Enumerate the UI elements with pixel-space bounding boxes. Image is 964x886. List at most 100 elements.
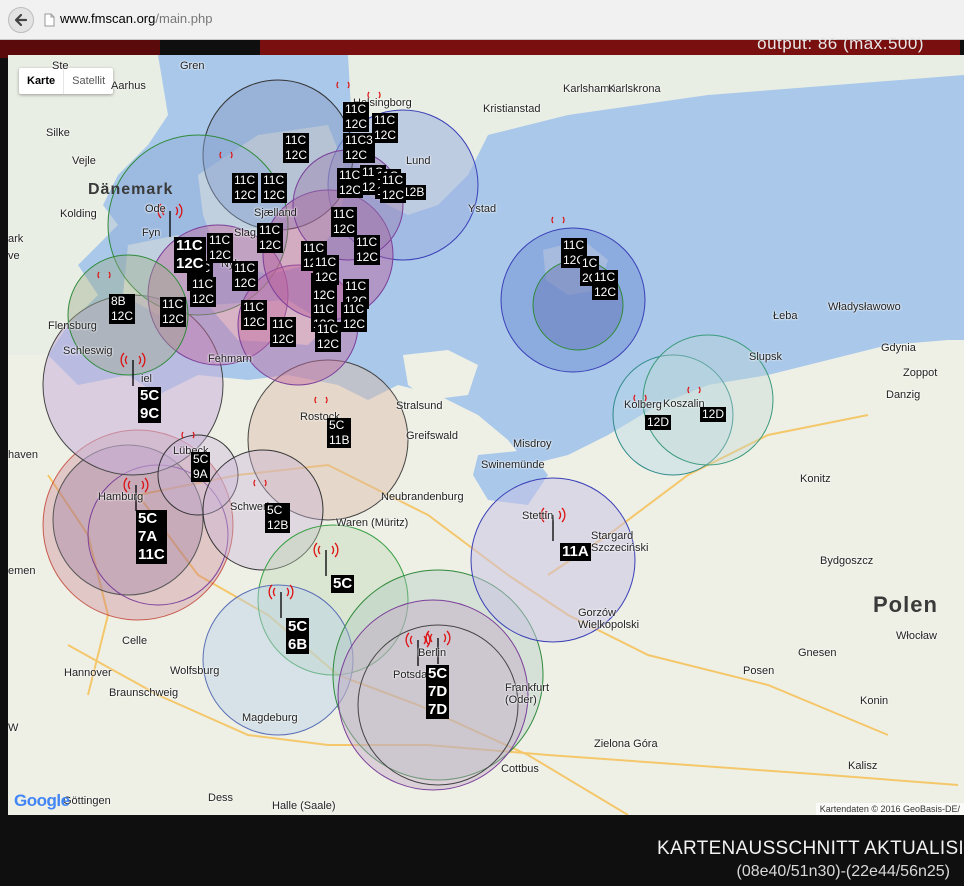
place-label-braunschweig: Braunschweig — [109, 687, 179, 699]
station-label-s45[interactable]: 11C 12C — [592, 270, 619, 300]
place-label-ark: ark — [8, 233, 24, 245]
place-label-koszalin: Koszalin — [663, 398, 705, 410]
station-label-s5[interactable]: 11C 12C — [232, 173, 259, 203]
place-label-fyn: Fyn — [142, 227, 161, 239]
place-label-silkeborg: Silke — [46, 127, 70, 139]
place-label-swinemunde: Swinemünde — [481, 459, 545, 471]
station-label-s6[interactable]: 11C 12C — [261, 173, 288, 203]
station-label-s2[interactable]: 11C 12C — [372, 113, 399, 143]
map-type-satellit-button[interactable]: Satellit — [64, 68, 113, 94]
place-label-ve: ve — [8, 250, 20, 262]
place-label-zoppot: Zoppot — [903, 367, 938, 379]
page-icon — [44, 13, 55, 27]
place-label-posen: Posen — [743, 665, 775, 677]
station-label-s39[interactable]: 5C 7D 7D — [426, 665, 450, 719]
place-label-stargard: Stargard Szczeciński — [591, 530, 649, 554]
place-label-konin: Konin — [860, 695, 889, 707]
place-label-iel: iel — [141, 373, 153, 385]
place-label-slupsk: Slupsk — [749, 351, 783, 363]
station-label-s24[interactable]: 8B 12C — [109, 294, 136, 324]
place-label-karlskrona: Karlskrona — [608, 83, 661, 95]
place-label-kolding: Kolding — [60, 208, 97, 220]
place-label-gorzow: Gorzów Wielkopolski — [578, 607, 640, 631]
station-label-s3[interactable]: 11C 12C — [283, 133, 310, 163]
station-label-s15[interactable]: 11C 12C — [207, 233, 234, 263]
station-label-s41[interactable]: 12D — [645, 415, 672, 430]
station-label-s38[interactable]: 5C 6B — [286, 618, 310, 654]
place-label-konitz: Konitz — [800, 473, 831, 485]
place-label-polen: Polen — [873, 592, 938, 617]
place-label-stralsund: Stralsund — [396, 400, 443, 412]
map-canvas[interactable]: Karte Satellit Aarhus Helsingborg Kristian… — [8, 55, 964, 815]
place-label-odense: Ode — [145, 203, 166, 215]
place-label-bremen: emen — [8, 565, 36, 577]
station-label-s21[interactable]: 11C 12C — [315, 322, 342, 352]
place-label-danzig: Danzig — [886, 389, 921, 401]
station-label-s32[interactable]: 5C 9C — [138, 387, 162, 423]
station-label-s35[interactable]: 5C 7A 11C — [136, 510, 167, 564]
place-label-lund: Lund — [406, 155, 431, 167]
back-button[interactable] — [8, 7, 34, 33]
station-label-s36[interactable]: 5C 12B — [265, 503, 291, 533]
place-label-wladyslawowo: Władysławowo — [828, 301, 901, 313]
station-label-s13[interactable]: 11C 12C — [331, 207, 358, 237]
station-label-s26[interactable]: 11C 12C — [190, 277, 217, 307]
update-map-button[interactable]: KARTENAUSSCHNITT AKTUALISI — [657, 838, 964, 860]
station-label-s19[interactable]: 11C 12C — [270, 317, 297, 347]
station-label-s28[interactable]: 11C 12C — [341, 302, 368, 332]
arrow-left-icon — [14, 13, 28, 27]
station-label-s1[interactable]: 11C 12C — [343, 102, 370, 132]
station-label-s33[interactable]: 5C 11B — [327, 418, 352, 448]
place-label-bydgoszcz: Bydgoszcz — [820, 555, 874, 567]
place-label-fehmarn: Fehmarn — [208, 353, 253, 365]
place-label-leba: Łeba — [773, 310, 798, 322]
place-label-dess: Dess — [208, 792, 234, 804]
output-counter: output: 86 (max.500) — [757, 34, 924, 53]
place-label-berlin: Berlin — [418, 647, 447, 659]
address-bar[interactable]: www.fmscan.org/main.php — [60, 11, 212, 26]
station-label-s14[interactable]: 11C 12C — [354, 235, 381, 265]
place-label-kolberg: Kolberg — [624, 399, 662, 411]
place-label-hav: haven — [8, 449, 38, 461]
place-label-neubrandenburg: Neubrandenburg — [381, 491, 464, 503]
station-label-s27[interactable]: 11C 12C — [380, 173, 407, 203]
map-coordinates: (08e40/51n30)-(22e44/56n25) — [736, 863, 951, 880]
google-logo[interactable]: Google — [14, 791, 70, 811]
place-label-kalisz: Kalisz — [848, 760, 878, 772]
station-label-s37[interactable]: 5C — [331, 575, 355, 593]
place-label-grenaa: Gren — [180, 60, 205, 72]
place-label-danemark: Dänemark — [88, 181, 174, 198]
place-label-ystad: Ystad — [468, 203, 497, 215]
map-attribution[interactable]: Kartendaten © 2016 GeoBasis-DE/ — [815, 803, 964, 815]
station-label-s34[interactable]: 5C 9A — [191, 452, 211, 482]
station-label-s11[interactable]: 11C 12C — [257, 223, 284, 253]
station-label-s7[interactable]: 11C3 12C — [343, 133, 375, 163]
place-label-wolfsburg: Wolfsburg — [170, 665, 220, 677]
station-label-s29[interactable]: 11C 12C — [313, 255, 340, 285]
place-label-cottbus: Cottbus — [501, 763, 539, 775]
place-label-hamburg: Hamburg — [98, 491, 144, 503]
place-label-gnesen: Gnesen — [798, 647, 837, 659]
place-label-frankfurt: Frankfurt (Oder) — [505, 682, 550, 706]
place-label-celle: Celle — [122, 635, 148, 647]
place-label-hannover: Hannover — [64, 667, 112, 679]
place-label-wloclaw: Włocław — [896, 630, 937, 642]
station-label-s31[interactable]: 11C 12C — [232, 261, 259, 291]
station-label-s42[interactable]: 12D — [700, 407, 727, 422]
map-svg — [8, 55, 964, 815]
station-label-s20[interactable]: 11C 12C — [241, 300, 268, 330]
place-label-stettin: Stettin — [522, 510, 554, 522]
place-label-aarhus: Aarhus — [111, 80, 146, 92]
place-label-slag: Slag — [234, 227, 257, 239]
place-label-sjaelland: Sjælland — [254, 207, 297, 219]
place-label-greifswald: Greifswald — [406, 430, 458, 442]
station-label-s25[interactable]: 11C 12C — [160, 297, 187, 327]
station-label-s40[interactable]: 11A — [560, 543, 591, 561]
place-label-w: W — [8, 722, 19, 734]
station-label-s30[interactable]: 11C 12C — [174, 237, 206, 273]
place-label-waren: Waren (Müritz) — [336, 517, 409, 529]
place-label-gdynia: Gdynia — [881, 342, 916, 354]
url-domain: www.fmscan.org — [60, 11, 156, 26]
place-label-kristianstad: Kristianstad — [483, 103, 541, 115]
place-label-halle: Halle (Saale) — [272, 800, 336, 812]
